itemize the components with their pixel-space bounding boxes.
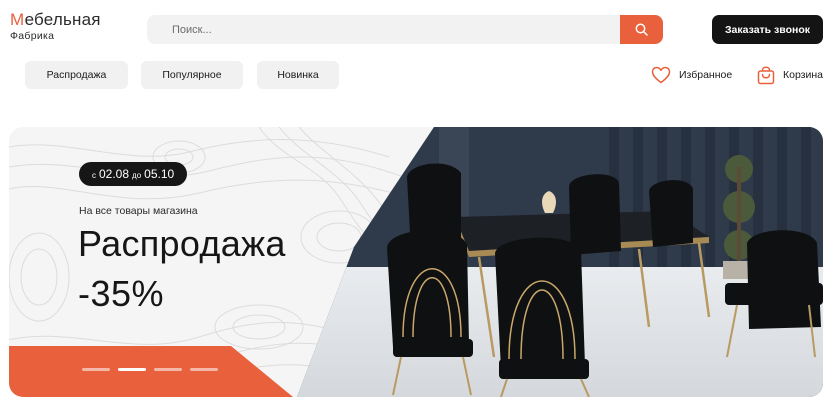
logo-title: Мебельная — [10, 11, 101, 28]
nav-item-sale[interactable]: Распродажа — [25, 61, 128, 89]
search-button[interactable] — [620, 15, 663, 44]
hero-title: Распродажа — [78, 223, 286, 264]
promo-date-badge: с 02.08 до 05.10 — [79, 162, 188, 186]
favorites-link[interactable]: Избранное — [651, 65, 732, 85]
cart-label: Корзина — [783, 69, 823, 81]
nav-item-new[interactable]: Новинка — [257, 61, 339, 89]
shopping-bag-icon — [757, 65, 775, 85]
date-to-prefix: до — [132, 171, 142, 180]
slider-dots — [82, 368, 218, 371]
hero-banner[interactable]: с 02.08 до 05.10 На все товары магазина … — [9, 127, 823, 397]
logo[interactable]: Мебельная Фабрика — [10, 11, 101, 42]
date-to: 05.10 — [144, 167, 175, 181]
slider-dot[interactable] — [154, 368, 182, 371]
hero-subtitle: На все товары магазина — [79, 205, 198, 217]
favorites-label: Избранное — [679, 69, 733, 81]
slider-dot[interactable] — [82, 368, 110, 371]
slider-dot[interactable] — [190, 368, 218, 371]
order-call-button[interactable]: Заказать звонок — [712, 15, 823, 44]
nav-item-popular[interactable]: Популярное — [141, 61, 243, 89]
slider-dot-active[interactable] — [118, 368, 146, 371]
date-from: 02.08 — [99, 167, 130, 181]
heart-icon — [651, 66, 671, 84]
date-from-prefix: с — [92, 171, 96, 180]
search-icon — [635, 23, 648, 36]
search-input[interactable] — [147, 15, 619, 44]
hero-discount: -35% — [78, 273, 165, 314]
search-bar — [147, 15, 663, 44]
logo-rest: ебельная — [24, 10, 101, 29]
logo-first-letter: М — [10, 10, 25, 29]
cart-link[interactable]: Корзина — [757, 65, 823, 85]
logo-subtitle: Фабрика — [10, 30, 55, 42]
